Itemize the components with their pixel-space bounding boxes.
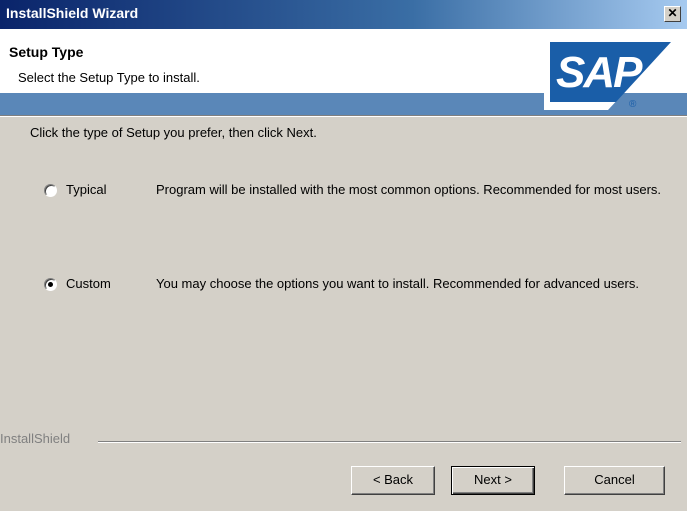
sap-logo-icon: SAP ® [544, 40, 673, 110]
header-divider [0, 115, 687, 117]
next-button[interactable]: Next > [451, 466, 535, 495]
sap-logo-text: SAP [556, 48, 643, 97]
footer-divider [98, 441, 681, 443]
custom-label[interactable]: Custom [66, 276, 111, 291]
sap-registered-mark: ® [629, 99, 637, 110]
title-bar: InstallShield Wizard ✕ [0, 0, 687, 29]
instruction-text: Click the type of Setup you prefer, then… [30, 125, 317, 140]
installshield-brand: InstallShield [0, 431, 71, 446]
custom-radio[interactable] [44, 278, 57, 291]
page-title: Setup Type [9, 44, 84, 60]
cancel-button[interactable]: Cancel [564, 466, 665, 495]
window-title: InstallShield Wizard [6, 5, 139, 21]
wizard-header: Setup Type Select the Setup Type to inst… [0, 29, 687, 115]
close-button[interactable]: ✕ [664, 6, 681, 22]
page-subtitle: Select the Setup Type to install. [18, 70, 200, 85]
typical-description: Program will be installed with the most … [156, 182, 662, 197]
typical-radio[interactable] [44, 184, 57, 197]
back-button[interactable]: < Back [351, 466, 435, 495]
custom-description: You may choose the options you want to i… [156, 276, 639, 291]
typical-label[interactable]: Typical [66, 182, 106, 197]
installshield-wizard-window: InstallShield Wizard ✕ Setup Type Select… [0, 0, 687, 511]
close-icon: ✕ [667, 6, 678, 20]
